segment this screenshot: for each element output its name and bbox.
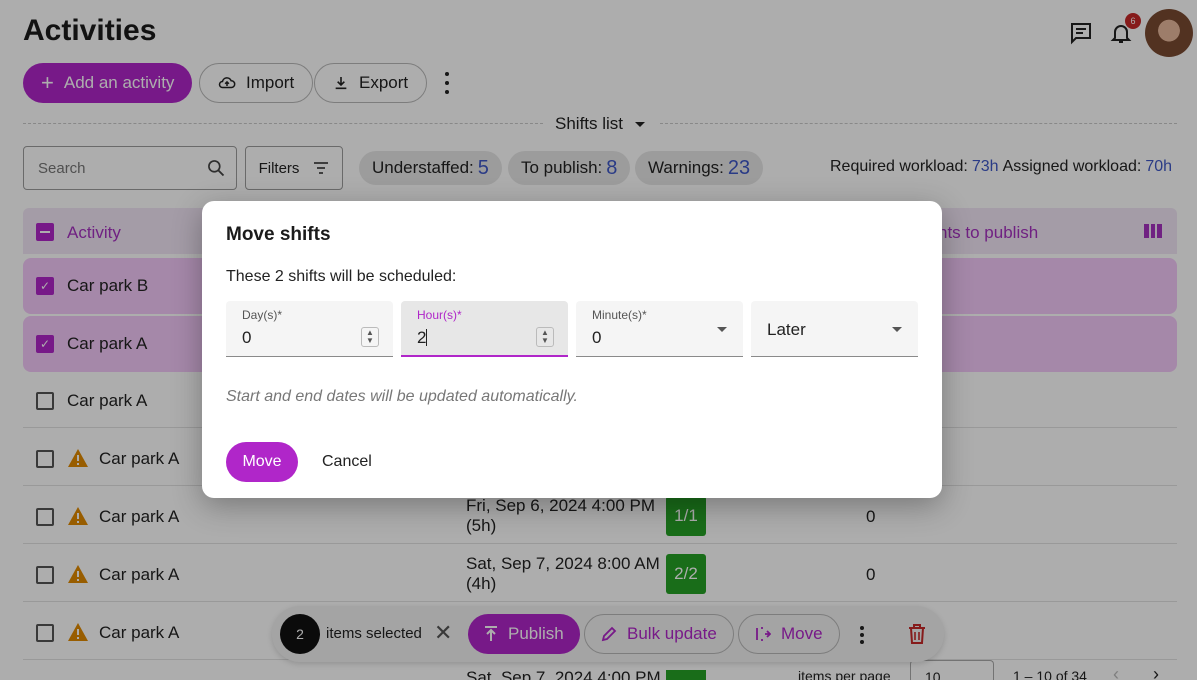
dialog-subtitle: These 2 shifts will be scheduled: xyxy=(226,268,457,285)
dialog-title: Move shifts xyxy=(226,224,331,245)
days-label: Day(s)* xyxy=(242,308,283,322)
text-cursor xyxy=(426,329,428,346)
days-stepper[interactable]: ▲ ▼ xyxy=(361,327,379,347)
hours-value: 2 xyxy=(417,328,427,347)
minutes-value: 0 xyxy=(592,328,602,347)
move-shifts-dialog: Move shifts These 2 shifts will be sched… xyxy=(202,201,942,498)
direction-value: Later xyxy=(767,320,806,339)
cancel-button[interactable]: Cancel xyxy=(322,442,372,482)
days-value: 0 xyxy=(242,328,252,347)
hours-value-wrap: 2 xyxy=(417,328,428,348)
dialog-hint: Start and end dates will be updated auto… xyxy=(226,388,578,405)
days-field[interactable]: Day(s)* 0 ▲ ▼ xyxy=(226,301,393,357)
hours-field[interactable]: Hour(s)* 2 ▲ ▼ xyxy=(401,301,568,357)
minutes-field[interactable]: Minute(s)* 0 xyxy=(576,301,743,357)
direction-select[interactable]: Later xyxy=(751,301,918,357)
chevron-down-icon xyxy=(892,327,902,332)
chevron-down-icon xyxy=(717,327,727,332)
hours-label: Hour(s)* xyxy=(417,308,462,322)
minutes-label: Minute(s)* xyxy=(592,308,647,322)
confirm-move-button[interactable]: Move xyxy=(226,442,298,482)
hours-stepper[interactable]: ▲ ▼ xyxy=(536,327,554,347)
